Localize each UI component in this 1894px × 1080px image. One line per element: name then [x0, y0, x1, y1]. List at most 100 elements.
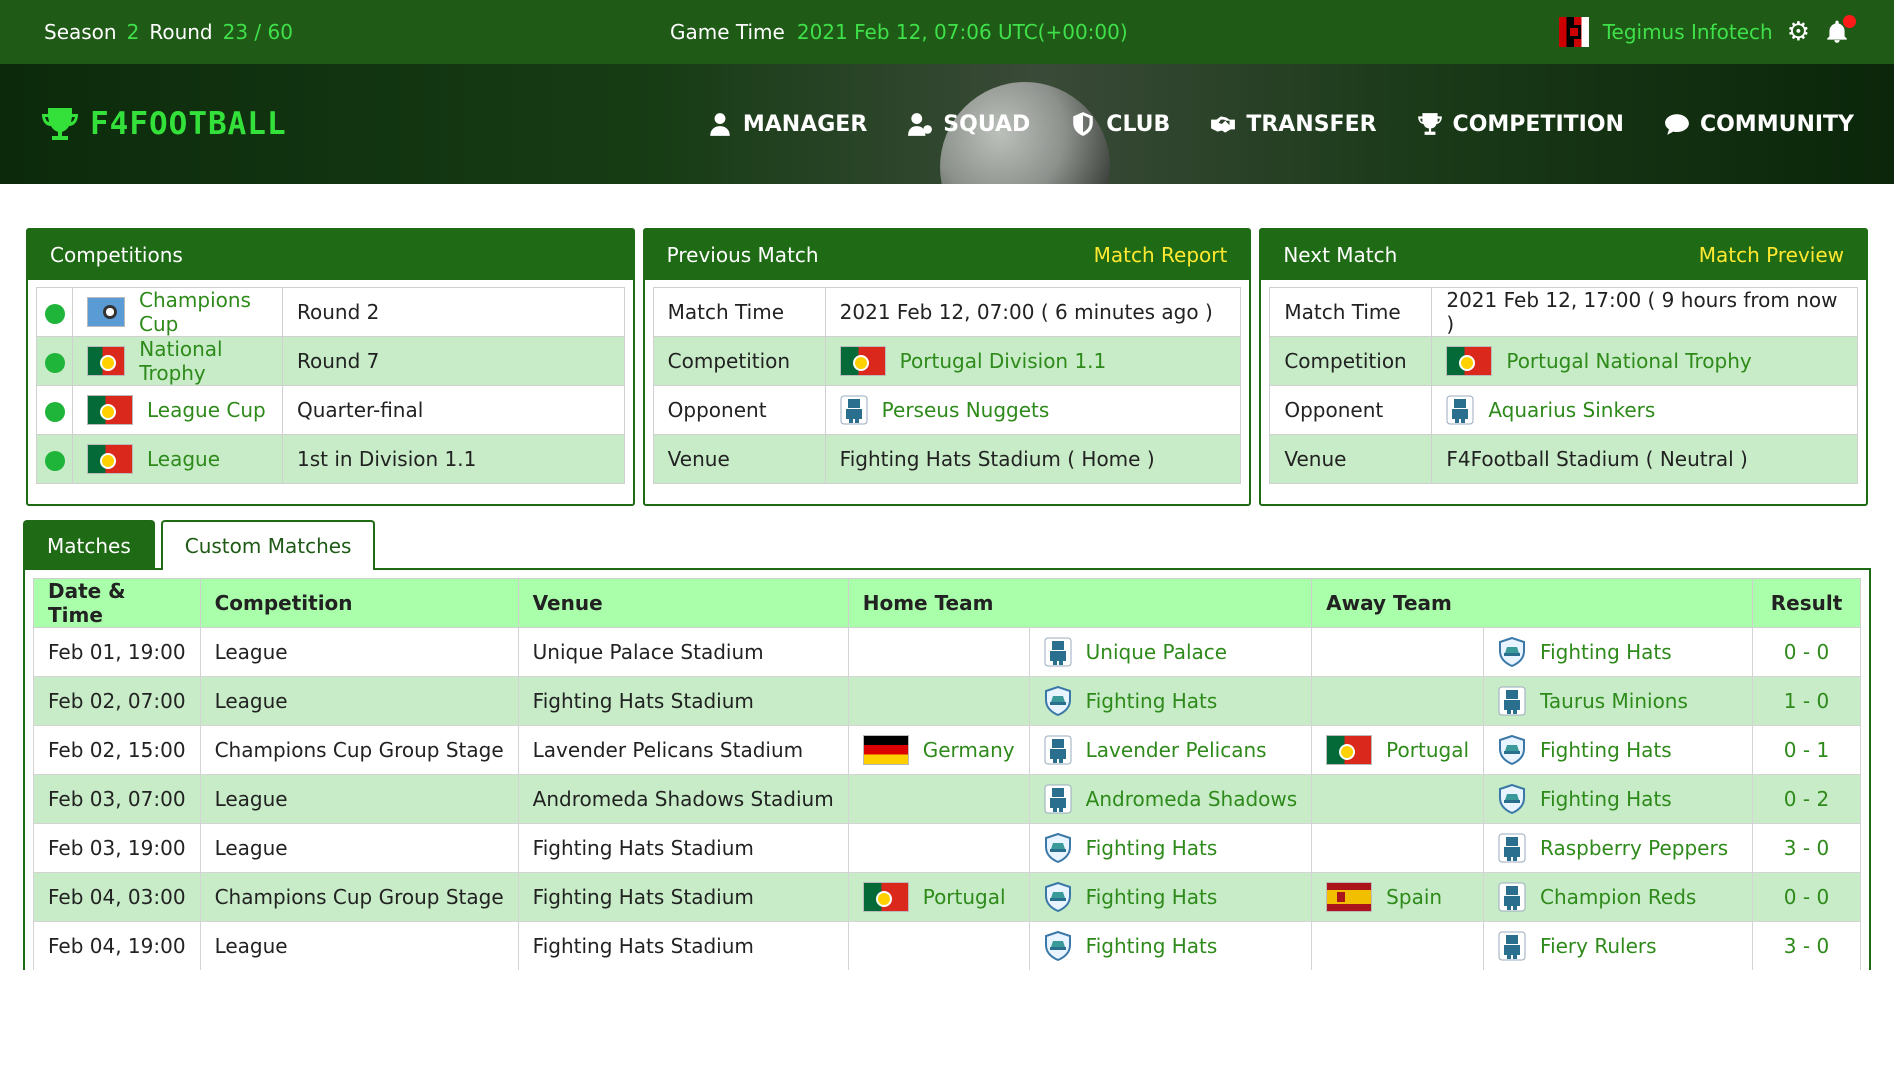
home-country-cell — [847, 676, 1030, 726]
site-logo[interactable]: F4FOOTBALL — [40, 104, 287, 144]
competition-link[interactable]: League — [147, 447, 220, 471]
home-team-link[interactable]: Fighting Hats — [1086, 885, 1218, 909]
portugal-flag-icon — [87, 346, 126, 376]
away-country-cell — [1311, 823, 1485, 873]
away-country-link[interactable]: Spain — [1386, 885, 1442, 909]
next-match-title: Next Match — [1283, 243, 1398, 267]
gear-icon[interactable]: ⚙ — [1787, 19, 1810, 45]
match-result-link[interactable]: 0 - 2 — [1752, 774, 1861, 824]
match-result-link[interactable]: 0 - 0 — [1752, 872, 1861, 922]
nav-competition[interactable]: COMPETITION — [1417, 111, 1624, 137]
match-date: Feb 03, 07:00 — [33, 774, 201, 824]
home-country-link[interactable]: Germany — [923, 738, 1015, 762]
match-row: Feb 02, 07:00 League Fighting Hats Stadium… — [33, 676, 1861, 726]
match-report-link[interactable]: Match Report — [1094, 243, 1228, 267]
opponent-label: Opponent — [1269, 385, 1433, 435]
away-country-link[interactable]: Portugal — [1386, 738, 1469, 762]
previous-match-panel: Previous Match Match Report Match Time 2… — [642, 228, 1252, 506]
matches-tabs: Matches Custom Matches — [0, 520, 1894, 570]
nav-community[interactable]: COMMUNITY — [1664, 111, 1854, 137]
away-team-cell: Fiery Rulers — [1483, 921, 1753, 970]
col-result: Result — [1752, 578, 1861, 628]
away-team-link[interactable]: Taurus Minions — [1540, 689, 1688, 713]
home-country-cell — [847, 921, 1030, 970]
match-result-link[interactable]: 0 - 1 — [1752, 725, 1861, 775]
competition-label: Competition — [652, 336, 826, 386]
away-team-cell: Fighting Hats — [1483, 627, 1753, 677]
home-team-link[interactable]: Fighting Hats — [1086, 836, 1218, 860]
tab-custom-matches[interactable]: Custom Matches — [160, 520, 376, 570]
germany-flag-icon — [862, 735, 909, 765]
match-result-link[interactable]: 3 - 0 — [1752, 921, 1861, 970]
opponent-link[interactable]: Aquarius Sinkers — [1488, 398, 1655, 422]
bell-icon[interactable] — [1824, 15, 1856, 45]
tab-matches[interactable]: Matches — [23, 520, 155, 570]
home-country-cell — [847, 627, 1030, 677]
home-country-cell: Germany — [847, 725, 1030, 775]
nav-manager[interactable]: MANAGER — [707, 111, 867, 137]
match-preview-link[interactable]: Match Preview — [1699, 243, 1844, 267]
away-team-link[interactable]: Fighting Hats — [1540, 640, 1672, 664]
competition-link[interactable]: Portugal National Trophy — [1506, 349, 1751, 373]
match-result-link[interactable]: 1 - 0 — [1752, 676, 1861, 726]
match-date: Feb 02, 07:00 — [33, 676, 201, 726]
robot-badge-icon — [1498, 882, 1526, 912]
competition-row: League Cup Quarter-final — [36, 385, 625, 435]
nav-club[interactable]: CLUB — [1070, 111, 1170, 137]
match-competition: League — [199, 921, 519, 970]
home-team-link[interactable]: Fighting Hats — [1086, 689, 1218, 713]
fighting-hats-badge-icon — [1499, 784, 1526, 814]
competition-status: Round 7 — [282, 336, 625, 386]
active-status-icon — [44, 450, 65, 471]
robot-badge-icon — [1446, 395, 1474, 425]
portugal-flag-icon — [1446, 346, 1493, 376]
match-time-value: 2021 Feb 12, 07:00 ( 6 minutes ago ) — [824, 287, 1242, 337]
home-team-cell: Fighting Hats — [1028, 872, 1313, 922]
match-row: Feb 04, 03:00 Champions Cup Group Stage Fi… — [33, 872, 1861, 922]
match-result-link[interactable]: 0 - 0 — [1752, 627, 1861, 677]
away-team-link[interactable]: Fighting Hats — [1540, 738, 1672, 762]
competition-row: National Trophy Round 7 — [36, 336, 625, 386]
user-name-link[interactable]: Tegimus Infotech — [1603, 20, 1773, 44]
competition-link[interactable]: National Trophy — [139, 337, 268, 385]
matches-header-row: Date & Time Competition Venue Home Team … — [33, 578, 1861, 628]
competitions-title: Competitions — [50, 243, 183, 267]
competition-link[interactable]: Portugal Division 1.1 — [900, 349, 1107, 373]
nav-manager-label: MANAGER — [742, 111, 868, 137]
match-result-link[interactable]: 3 - 0 — [1752, 823, 1861, 873]
home-team-link[interactable]: Unique Palace — [1086, 640, 1227, 664]
home-team-link[interactable]: Lavender Pelicans — [1086, 738, 1267, 762]
nav-club-label: CLUB — [1106, 111, 1171, 137]
match-row: Feb 01, 19:00 League Unique Palace Stadium… — [33, 627, 1861, 677]
trophy-icon — [1417, 113, 1442, 135]
match-venue: Andromeda Shadows Stadium — [517, 774, 849, 824]
previous-match-table: Match Time 2021 Feb 12, 07:00 ( 6 minute… — [652, 287, 1242, 484]
portugal-flag-icon — [1326, 735, 1373, 765]
home-team-link[interactable]: Fighting Hats — [1086, 934, 1218, 958]
opponent-label: Opponent — [652, 385, 826, 435]
opponent-link[interactable]: Perseus Nuggets — [882, 398, 1050, 422]
away-team-link[interactable]: Fighting Hats — [1540, 787, 1672, 811]
home-country-link[interactable]: Portugal — [923, 885, 1006, 909]
nav-squad[interactable]: SQUAD — [907, 111, 1030, 137]
competition-link[interactable]: League Cup — [147, 398, 266, 422]
chat-icon — [1665, 114, 1689, 135]
fighting-hats-badge-icon — [1044, 882, 1071, 912]
competition-status: Round 2 — [282, 287, 625, 337]
away-team-link[interactable]: Fiery Rulers — [1540, 934, 1657, 958]
match-date: Feb 04, 19:00 — [33, 921, 201, 970]
user-avatar-icon[interactable] — [1558, 17, 1589, 47]
away-team-link[interactable]: Champion Reds — [1540, 885, 1696, 909]
season-value: 2 — [126, 20, 140, 44]
match-competition: League — [199, 627, 519, 677]
competition-link[interactable]: Champions Cup — [139, 288, 268, 336]
active-status-icon — [44, 401, 65, 422]
home-team-link[interactable]: Andromeda Shadows — [1086, 787, 1298, 811]
portugal-flag-icon — [87, 444, 133, 474]
away-team-link[interactable]: Raspberry Peppers — [1540, 836, 1728, 860]
match-competition: League — [199, 823, 519, 873]
nav-transfer[interactable]: TRANSFER — [1210, 111, 1377, 137]
active-status-icon — [44, 303, 65, 324]
home-team-cell: Fighting Hats — [1028, 676, 1313, 726]
home-team-cell: Lavender Pelicans — [1028, 725, 1313, 775]
